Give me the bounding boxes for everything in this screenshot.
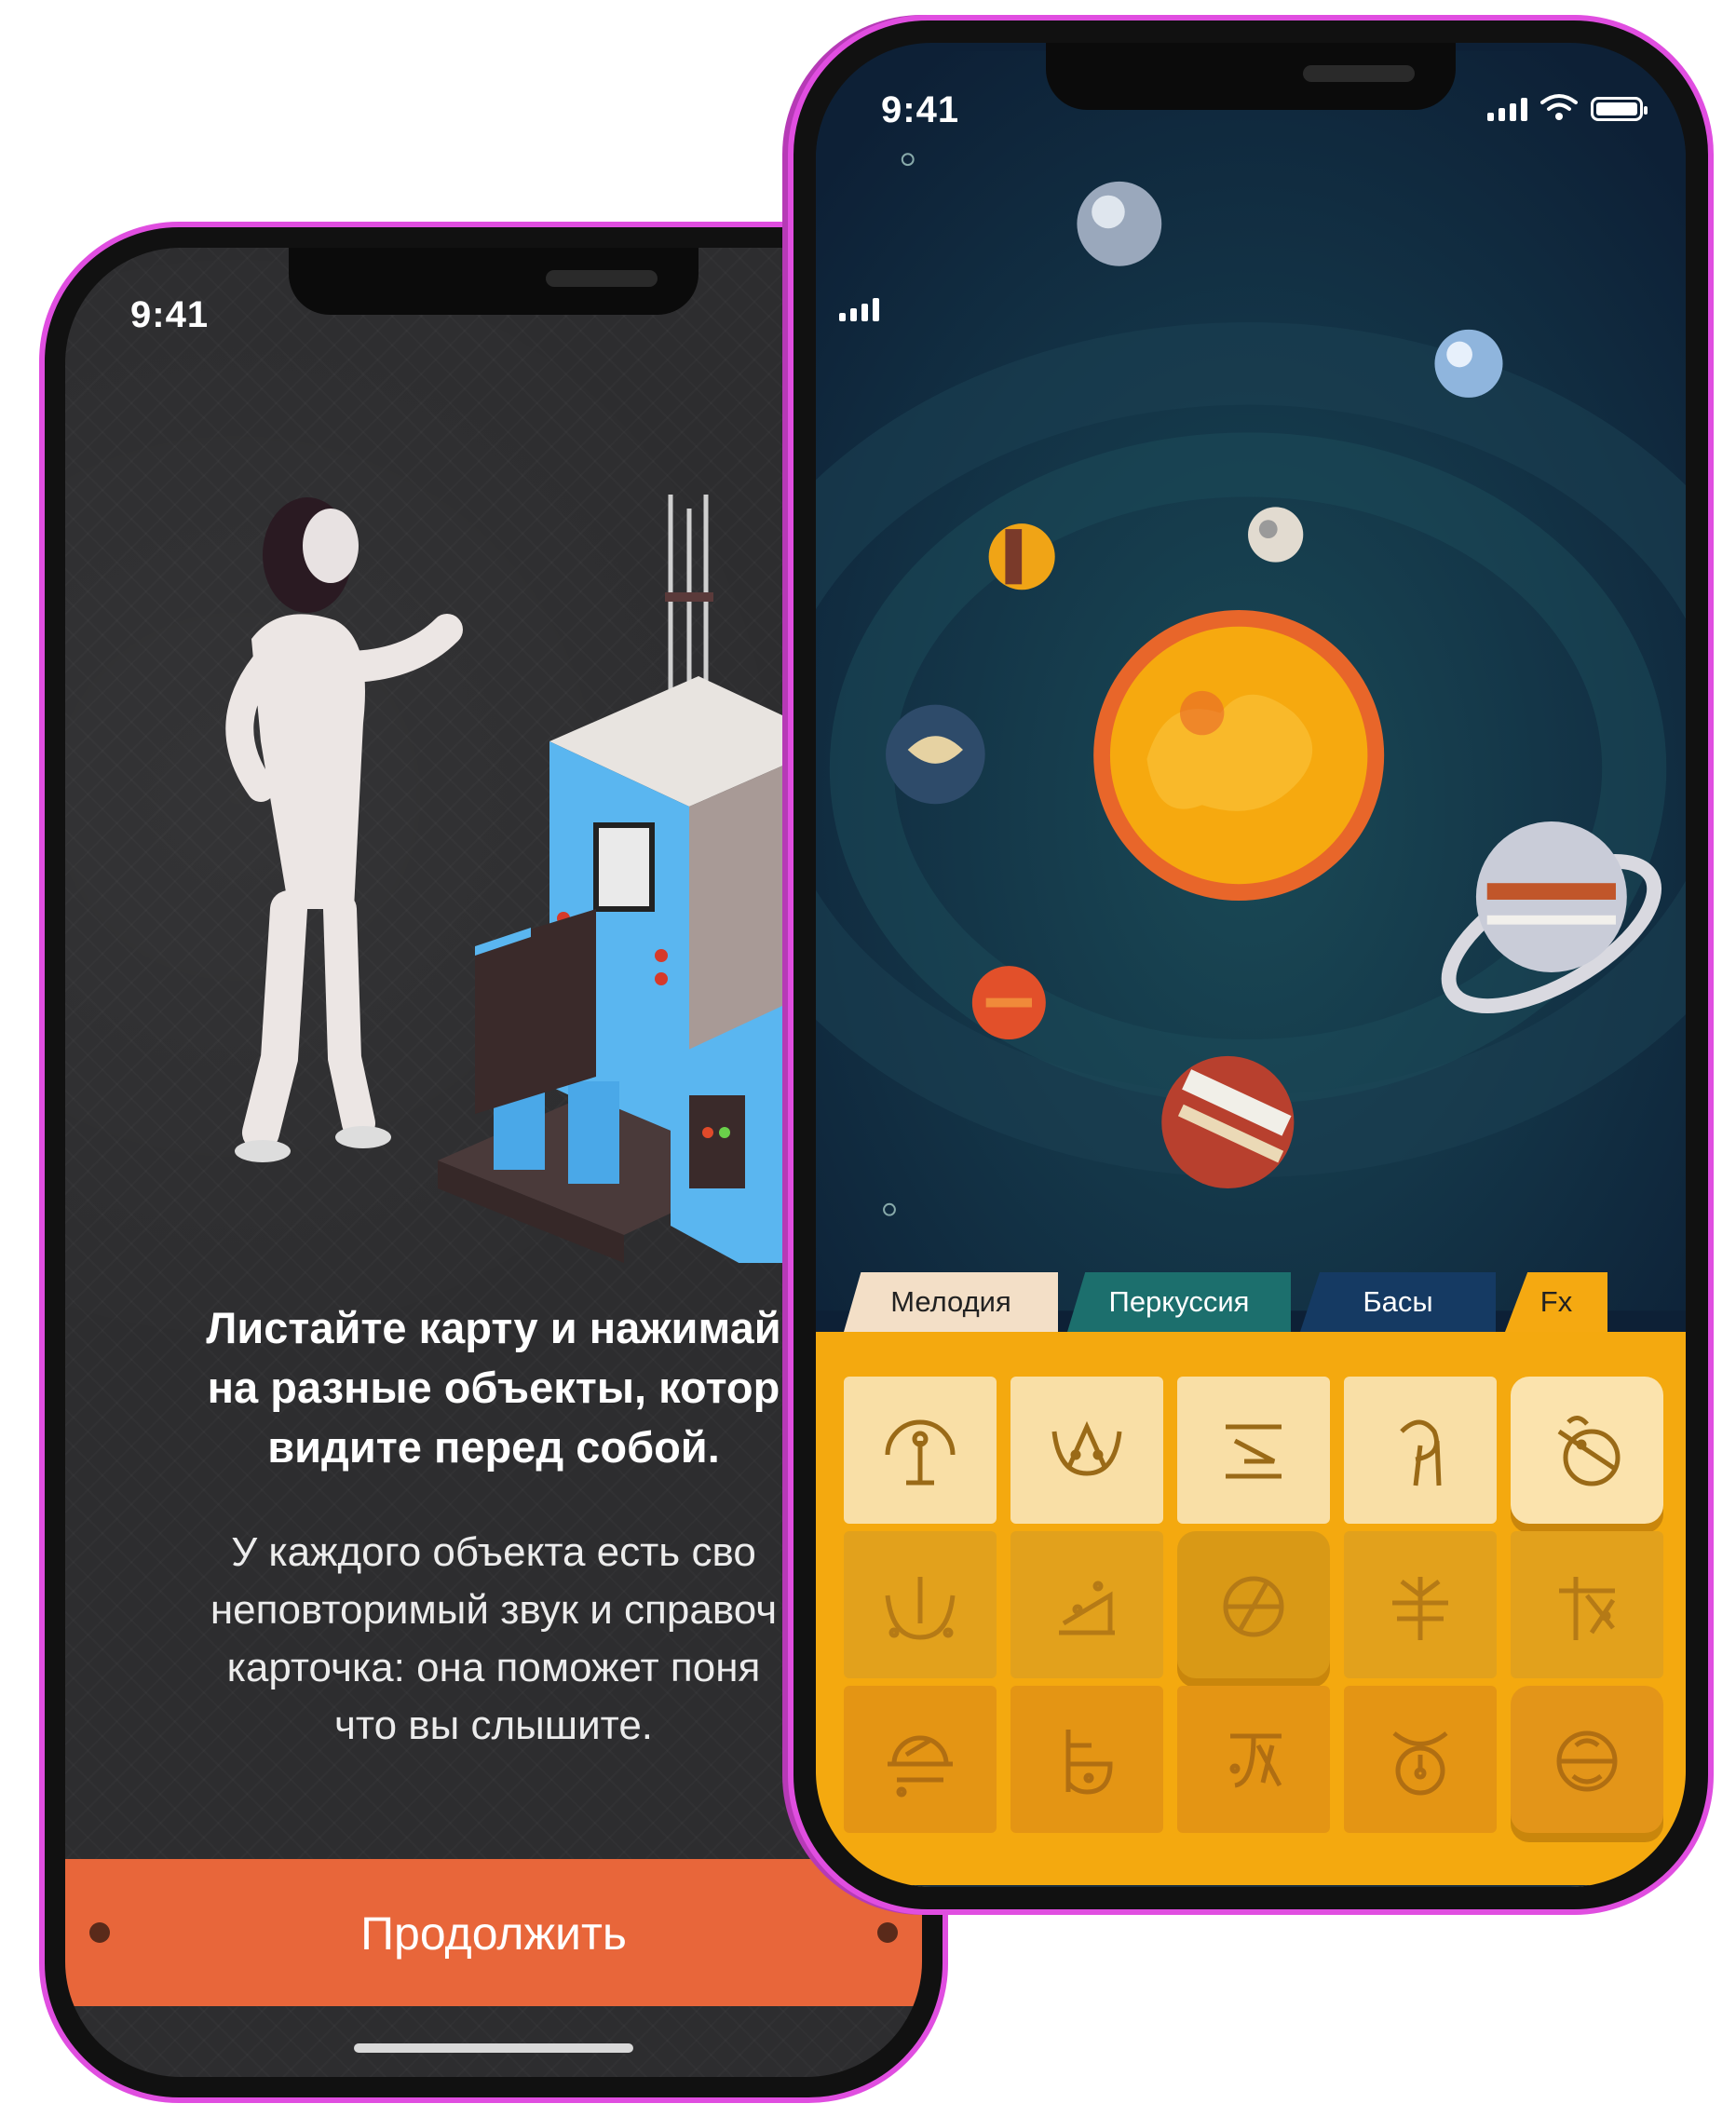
sound-pad[interactable] xyxy=(1010,1531,1163,1678)
sound-pad[interactable] xyxy=(1177,1377,1330,1524)
sound-pad-pressed[interactable] xyxy=(1511,1686,1663,1833)
onboarding-title-line: Листайте карту и нажимай xyxy=(206,1303,781,1352)
glyph-pad-icon-13 xyxy=(1229,1733,1282,1788)
sound-pad[interactable] xyxy=(844,1531,997,1678)
sound-pad[interactable] xyxy=(1010,1686,1163,1833)
planet-icon[interactable] xyxy=(886,704,985,805)
sound-pad-panel xyxy=(816,1332,1686,1887)
glyph-pad-icon-2 xyxy=(1051,1420,1122,1476)
glyph-pad-icon-1 xyxy=(885,1419,956,1486)
onboarding-description-line: карточка: она поможет поня xyxy=(226,1645,761,1690)
speaker-grille xyxy=(546,270,658,287)
status-time: 9:41 xyxy=(881,89,960,130)
glyph-pad-icon-10 xyxy=(1559,1577,1616,1640)
status-icons xyxy=(1487,93,1648,121)
glyph-pad-icon-5 xyxy=(1557,1416,1621,1486)
sound-pad[interactable] xyxy=(1344,1377,1497,1524)
onboarding-title-line: на разные объекты, котор xyxy=(207,1363,780,1412)
glyph-pad-icon-15 xyxy=(1556,1730,1618,1792)
space-sound-screen: 9:41 Мелодия Перкуссия Басы Fx xyxy=(816,43,1686,1887)
sound-pad[interactable] xyxy=(1344,1686,1497,1833)
sound-pad[interactable] xyxy=(1010,1377,1163,1524)
sound-pad[interactable] xyxy=(844,1377,997,1524)
jupiter-icon[interactable] xyxy=(1161,1055,1295,1188)
planet-icon[interactable] xyxy=(1077,181,1162,266)
sound-pad-grid xyxy=(844,1377,1665,1833)
sun-icon[interactable] xyxy=(1093,609,1385,901)
tab-percussion[interactable]: Перкуссия xyxy=(1067,1272,1291,1332)
glyph-pad-icon-4 xyxy=(1400,1419,1442,1486)
planet-icon[interactable] xyxy=(1434,329,1503,398)
onboarding-description-line: У каждого объекта есть сво xyxy=(231,1529,756,1575)
onboarding-description-line: неповторимый звук и справоч xyxy=(210,1587,778,1633)
rivet-dot xyxy=(89,1922,110,1943)
glyph-pad-icon-11 xyxy=(888,1735,953,1798)
sound-pad[interactable] xyxy=(1511,1531,1663,1678)
notch xyxy=(289,248,698,315)
tab-bass[interactable]: Басы xyxy=(1300,1272,1496,1332)
sound-pad[interactable] xyxy=(1177,1686,1330,1833)
sound-pad-pressed[interactable] xyxy=(1177,1531,1330,1678)
signal-icon xyxy=(839,298,879,321)
planet-icon[interactable] xyxy=(988,523,1055,590)
continue-button[interactable]: Продолжить xyxy=(65,1859,922,2006)
glyph-pad-icon-8 xyxy=(1223,1576,1284,1637)
glyph-pad-icon-14 xyxy=(1392,1731,1448,1796)
battery-icon xyxy=(1591,97,1648,121)
instrument-tabs: Мелодия Перкуссия Басы Fx xyxy=(816,1272,1686,1332)
speaker-grille xyxy=(1303,65,1415,82)
sound-pad-pressed[interactable] xyxy=(1511,1377,1663,1524)
tab-melody[interactable]: Мелодия xyxy=(844,1272,1058,1332)
status-icons xyxy=(839,298,879,321)
glyph-pad-icon-6 xyxy=(885,1577,956,1640)
notch xyxy=(1046,43,1456,110)
sound-pad[interactable] xyxy=(1344,1531,1497,1678)
rivet-dot xyxy=(877,1922,898,1943)
right-phone: 9:41 Мелодия Перкуссия Басы Fx xyxy=(788,15,1714,1915)
glyph-pad-icon-9 xyxy=(1392,1577,1448,1640)
wifi-icon xyxy=(1540,94,1578,120)
home-indicator[interactable] xyxy=(354,2043,633,2053)
planet-icon[interactable] xyxy=(1248,507,1304,563)
solar-system-map xyxy=(816,50,1686,1311)
glyph-pad-icon-12 xyxy=(1065,1730,1113,1795)
signal-icon xyxy=(1487,98,1527,121)
status-time: 9:41 xyxy=(130,294,210,335)
astronaut-figure xyxy=(225,497,463,1162)
mars-icon[interactable] xyxy=(971,966,1046,1040)
sound-pad[interactable] xyxy=(844,1686,997,1833)
glyph-pad-icon-3 xyxy=(1226,1424,1282,1479)
glyph-pad-icon-7 xyxy=(1059,1581,1115,1635)
tab-fx[interactable]: Fx xyxy=(1505,1272,1607,1332)
onboarding-description-line: что вы слышите. xyxy=(333,1703,654,1748)
onboarding-title-line: видите перед собой. xyxy=(267,1422,720,1472)
bottom-strip xyxy=(816,1885,1686,1887)
continue-button-label: Продолжить xyxy=(360,1907,627,1960)
